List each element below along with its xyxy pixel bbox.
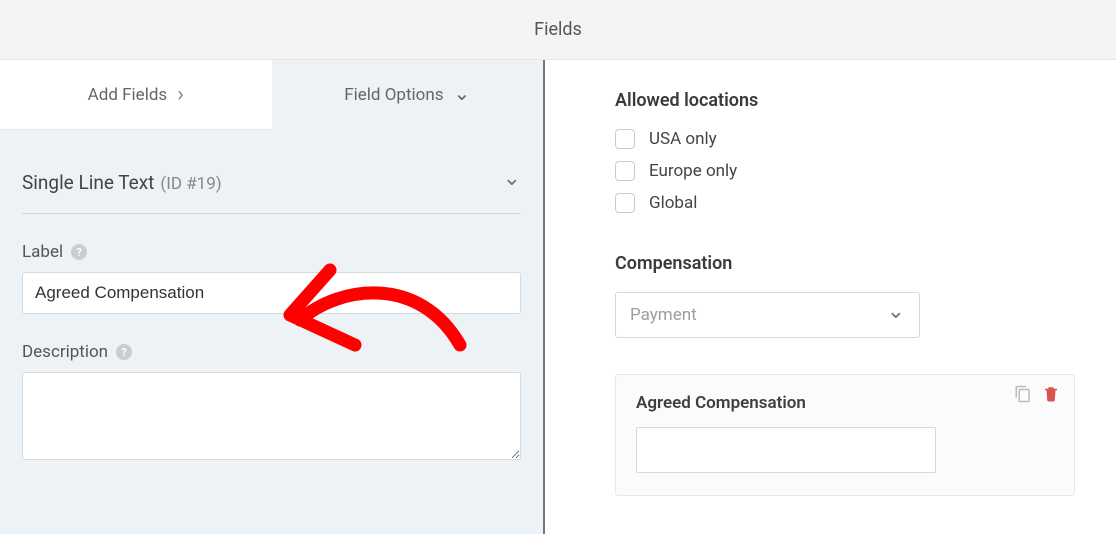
field-card-agreed-compensation[interactable]: Agreed Compensation: [615, 374, 1075, 496]
checkbox-box[interactable]: [615, 129, 635, 149]
panel-divider[interactable]: [545, 60, 555, 534]
tab-add-fields[interactable]: Add Fields: [0, 60, 272, 130]
checkbox-usa[interactable]: USA only: [615, 129, 1076, 149]
page-header: Fields: [0, 0, 1116, 60]
label-heading: Label: [22, 242, 63, 262]
description-heading: Description: [22, 342, 108, 362]
preview-panel: Allowed locations USA only Europe only G…: [555, 60, 1116, 534]
chevron-down-icon: [503, 170, 521, 195]
checkbox-global[interactable]: Global: [615, 193, 1076, 213]
checkbox-label: USA only: [649, 129, 717, 149]
chevron-down-icon: [887, 303, 905, 328]
field-options-panel: Single Line Text (ID #19) Label ? Descri…: [0, 130, 543, 464]
checkbox-box[interactable]: [615, 161, 635, 181]
checkbox-label: Europe only: [649, 161, 737, 181]
description-group: Description ?: [22, 342, 521, 464]
label-input[interactable]: [22, 272, 521, 314]
field-type-row[interactable]: Single Line Text (ID #19): [22, 170, 521, 214]
page-title: Fields: [534, 19, 582, 40]
tab-add-fields-label: Add Fields: [88, 85, 168, 105]
chevron-right-icon: [173, 82, 184, 107]
field-type-name: Single Line Text: [22, 171, 154, 194]
checkbox-label: Global: [649, 193, 697, 213]
tab-field-options-label: Field Options: [344, 85, 443, 105]
field-card-title: Agreed Compensation: [636, 393, 1054, 413]
label-group: Label ?: [22, 242, 521, 314]
compensation-placeholder: Payment: [630, 305, 697, 325]
compensation-select[interactable]: Payment: [615, 292, 920, 338]
sidebar-panel: Add Fields Field Options Single Line Tex…: [0, 60, 545, 534]
field-type-id: (ID #19): [160, 174, 221, 194]
field-card-input[interactable]: [636, 427, 936, 473]
tabs-row: Add Fields Field Options: [0, 60, 543, 130]
compensation-heading: Compensation: [615, 253, 1076, 274]
tab-field-options[interactable]: Field Options: [272, 60, 544, 130]
trash-icon[interactable]: [1042, 385, 1060, 403]
description-textarea[interactable]: [22, 372, 521, 460]
checkbox-europe[interactable]: Europe only: [615, 161, 1076, 181]
help-icon[interactable]: ?: [71, 244, 87, 260]
allowed-locations-heading: Allowed locations: [615, 90, 1076, 111]
chevron-down-icon: [450, 83, 471, 107]
checkbox-box[interactable]: [615, 193, 635, 213]
help-icon[interactable]: ?: [116, 344, 132, 360]
duplicate-icon[interactable]: [1014, 385, 1032, 403]
